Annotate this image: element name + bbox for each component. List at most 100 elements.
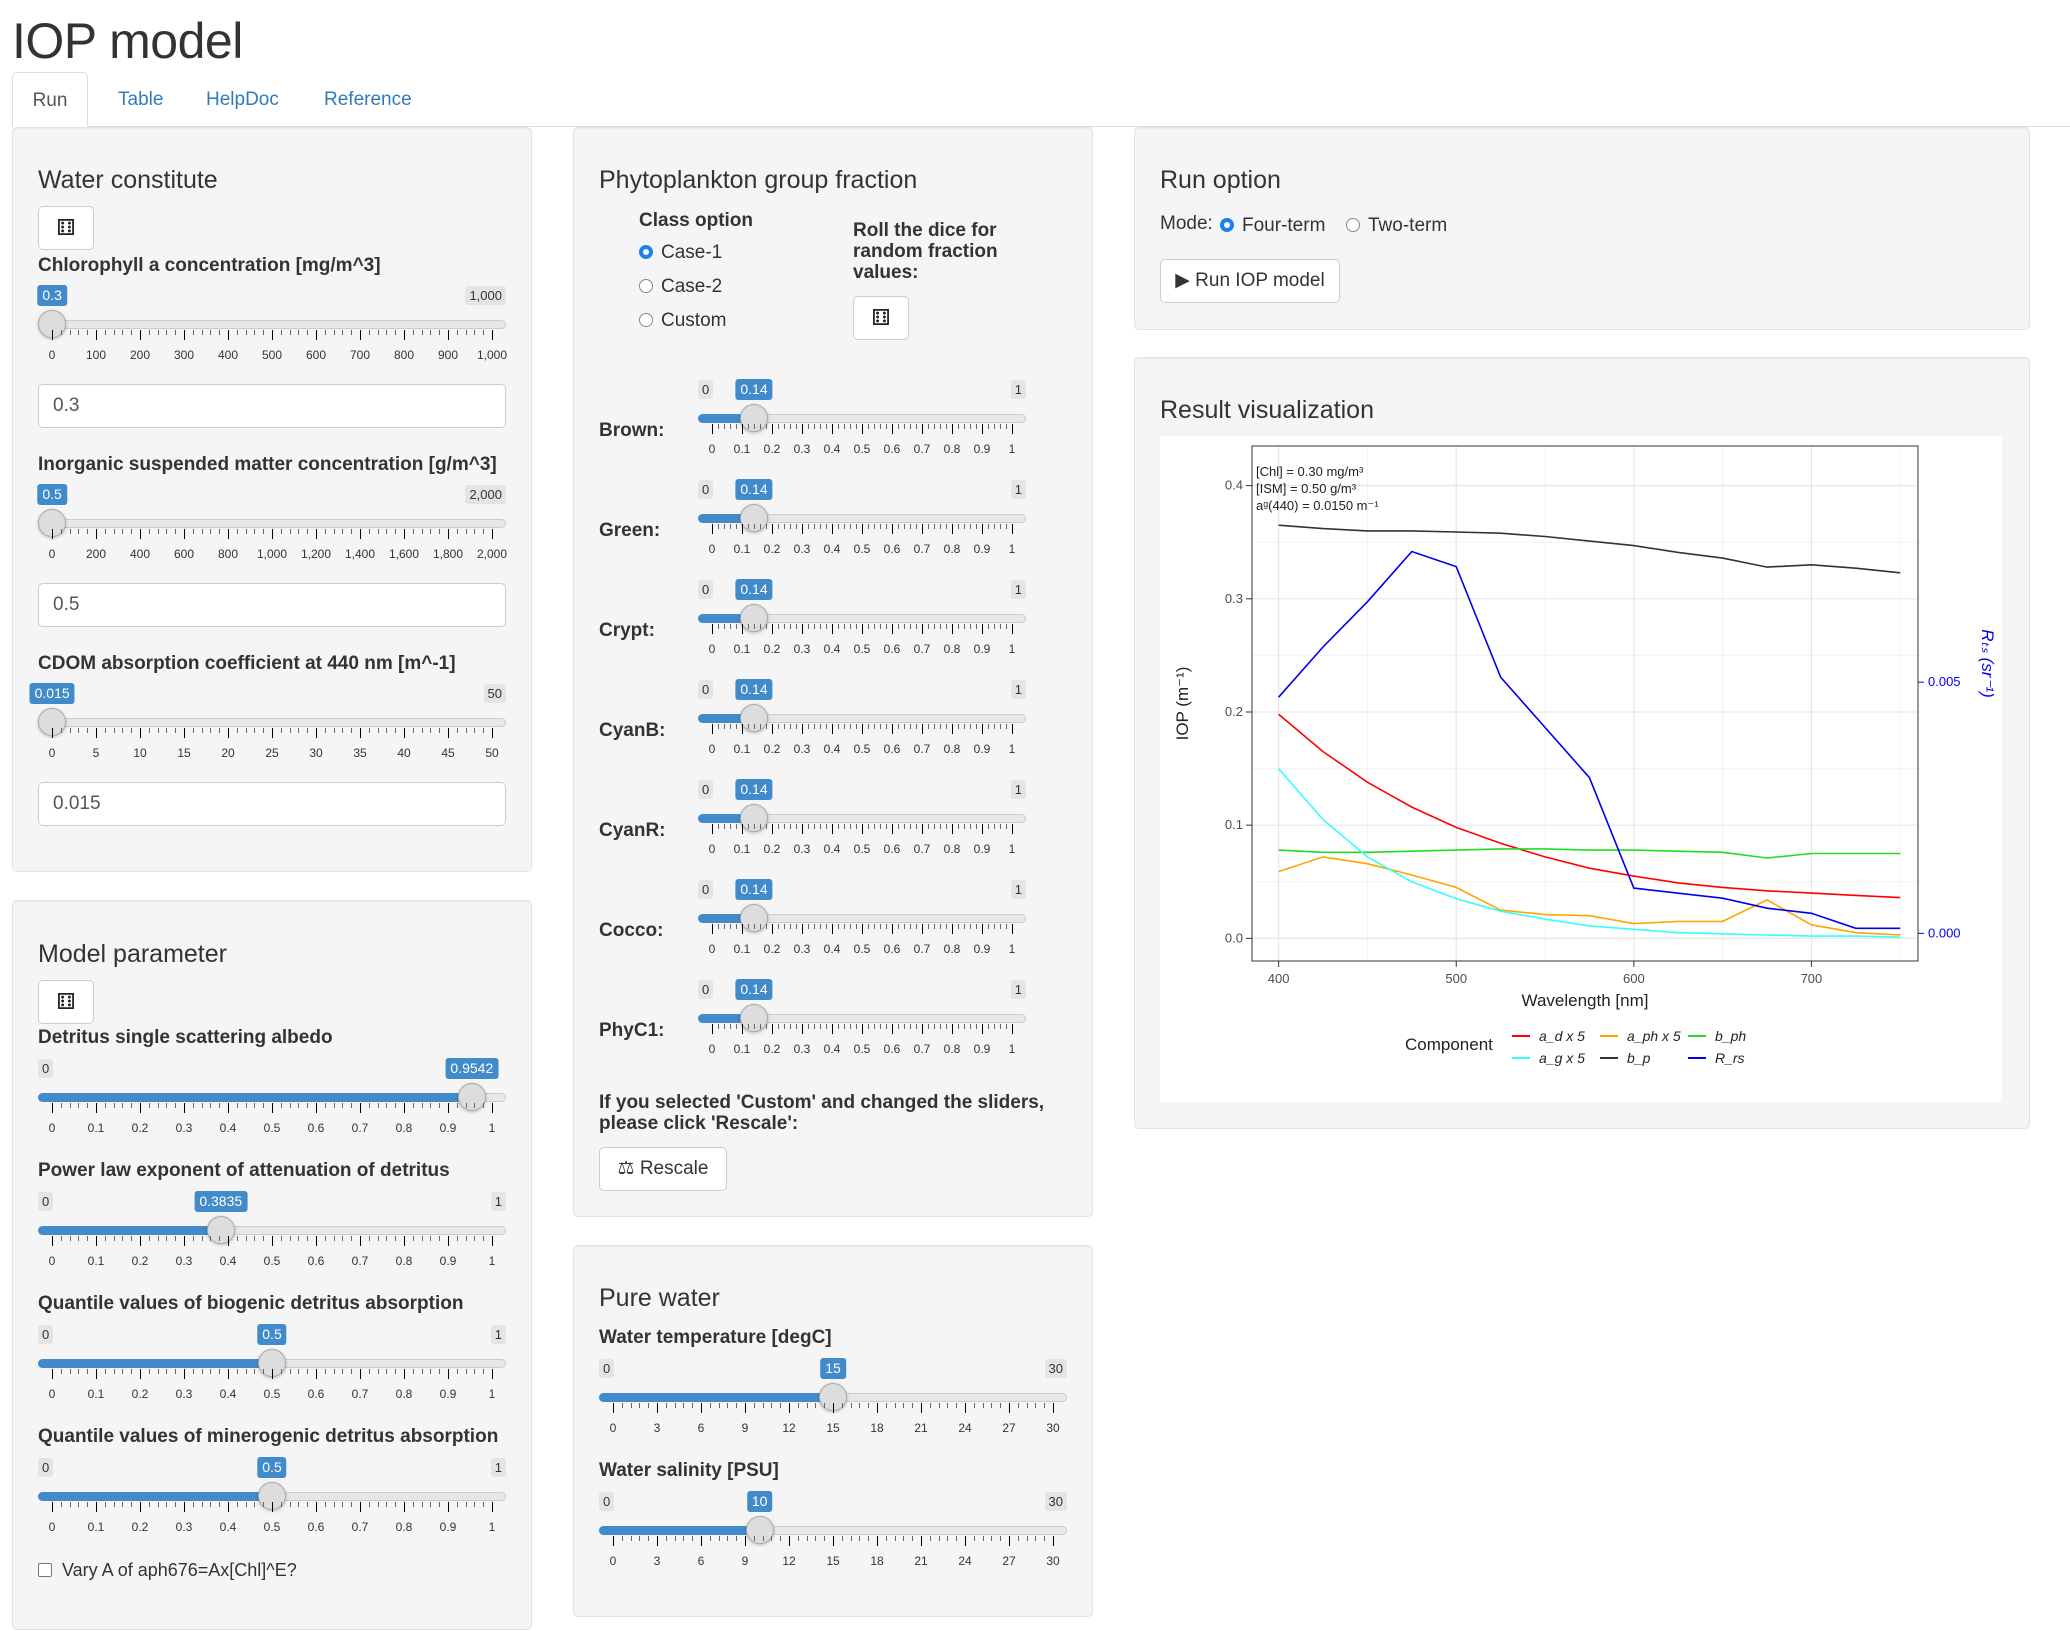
slider-minor-tick: [289, 728, 291, 733]
x-tick-label: 600: [1623, 971, 1645, 986]
slider-minor-tick: [718, 424, 719, 429]
slider-minor-tick: [727, 1403, 729, 1408]
tab-table[interactable]: Table: [98, 72, 183, 126]
cdom-slider[interactable]: 0 50 0.015 05101520253035404550: [29, 683, 506, 762]
slider-tick-label: 0.2: [763, 942, 781, 956]
slider-track[interactable]: [38, 320, 506, 329]
slider-minor-tick: [122, 330, 124, 335]
slider-tick-label: 0: [48, 348, 56, 362]
minerogenic-slider[interactable]: 0 1 0.5 0 0.1 0.2 0.3 0.4 0.5 0.6 0.7 0.8 0.9 1: [38, 1457, 506, 1536]
slider-tick-label: 0.3: [175, 1387, 193, 1401]
x-axis-title: Wavelength [nm]: [1522, 991, 1649, 1010]
slider-minor-tick: [730, 524, 731, 529]
run-iop-model-button[interactable]: ▶ Run IOP model: [1160, 259, 1340, 303]
phyto-group-slider[interactable]: 0 1 0.14 0 0.1 0.2 0.3 0.4 0.5 0.6 0.7 0.8 0.9 1: [698, 379, 1026, 458]
phyto-group-slider[interactable]: 0 1 0.14 0 0.1 0.2 0.3 0.4 0.5 0.6 0.7 0.8 0.9 1: [698, 479, 1026, 558]
slider-minor-tick: [280, 1502, 282, 1507]
rescale-button[interactable]: ⚖ Rescale: [599, 1147, 727, 1191]
vary-a-checkbox-row[interactable]: Vary A of aph676=Ax[Chl]^E?: [38, 1560, 297, 1581]
phyto-group-slider[interactable]: 0 1 0.14 0 0.1 0.2 0.3 0.4 0.5 0.6 0.7 0.8 0.9 1: [698, 879, 1026, 958]
slider-minor-tick: [736, 1024, 737, 1029]
vary-a-checkbox[interactable]: [38, 1563, 52, 1577]
slider-minor-tick: [928, 524, 929, 529]
option-custom[interactable]: Custom: [639, 310, 726, 332]
mode-two-term[interactable]: Two-term: [1346, 215, 1447, 237]
radio-case-1[interactable]: [639, 245, 653, 259]
slider-minor-tick: [298, 1103, 300, 1108]
slider-tick: [1053, 1536, 1054, 1546]
slider-ticks: 0 0.1 0.2 0.3 0.4 0.5 0.6 0.7 0.8 0.9 1: [709, 924, 1015, 964]
radio-custom[interactable]: [639, 313, 653, 327]
phyto-group-slider[interactable]: 0 1 0.14 0 0.1 0.2 0.3 0.4 0.5 0.6 0.7 0.8 0.9 1: [698, 979, 1026, 1058]
slider-tick-label: 0: [708, 842, 716, 856]
slider-minor-tick: [324, 330, 326, 335]
slider-minor-tick: [1044, 1536, 1046, 1541]
slider-minor-tick: [994, 424, 995, 429]
option-case-1[interactable]: Case-1: [639, 242, 722, 264]
tab-helpdoc[interactable]: HelpDoc: [186, 72, 299, 126]
option-case-2[interactable]: Case-2: [639, 276, 722, 298]
slider-minor-tick: [104, 728, 106, 733]
phyto-dice-button[interactable]: ⚅: [853, 296, 909, 340]
tab-reference[interactable]: Reference: [304, 72, 432, 126]
slider-minor-tick: [87, 1369, 89, 1374]
radio-two-term[interactable]: [1346, 218, 1360, 232]
water-dice-button[interactable]: ⚅: [38, 206, 94, 250]
radio-four-term[interactable]: [1220, 218, 1234, 232]
slider-minor-tick: [131, 1103, 133, 1108]
albedo-slider[interactable]: 0 1 0.9542 00.10.20.30.40.50.60.70.80.91: [38, 1058, 506, 1137]
y-axis-title: IOP (m⁻¹): [1173, 667, 1192, 741]
legend-label: b_p: [1627, 1050, 1651, 1066]
slider-tick-label: 25: [265, 746, 279, 760]
slider-tick-label: 0.3: [793, 1042, 811, 1056]
slider-tick: [862, 624, 863, 634]
slider-tick: [832, 924, 833, 934]
slider-minor-tick: [826, 924, 827, 929]
slider-tick: [492, 1502, 493, 1512]
slider-min-label: 0: [38, 1458, 54, 1477]
slider-tick: [833, 1536, 834, 1546]
slider-minor-tick: [122, 1103, 124, 1108]
ism-slider[interactable]: 0 2,000 0.5 02004006008001,0001,2001,400…: [37, 484, 507, 563]
power-law-slider[interactable]: 0 1 0.3835 0 0.1 0.2 0.3 0.4 0.5 0.6 0.7 0.8 0.9 1: [38, 1191, 506, 1270]
ism-input[interactable]: [38, 583, 506, 627]
slider-tick-label: 0.4: [219, 1254, 237, 1268]
salinity-slider[interactable]: 0 30 10 0 3 6 9 12 15 18 21 24 27 30: [599, 1491, 1067, 1570]
radio-case-2[interactable]: [639, 279, 653, 293]
pure-water-title: Pure water: [599, 1284, 720, 1312]
chl-slider[interactable]: 0 1,000 0.3 0100200300400500600700800900…: [37, 285, 507, 364]
slider-tick-label: 900: [437, 348, 459, 362]
slider-minor-tick: [844, 724, 845, 729]
slider-tick: [404, 1103, 405, 1113]
slider-track[interactable]: [38, 519, 506, 528]
model-dice-button[interactable]: ⚅: [38, 980, 94, 1024]
phyto-group-slider[interactable]: 0 1 0.14 0 0.1 0.2 0.3 0.4 0.5 0.6 0.7 0.8 0.9 1: [698, 679, 1026, 758]
slider-tick: [316, 1103, 317, 1113]
slider-tick: [1012, 1024, 1013, 1034]
mode-four-term[interactable]: Four-term: [1220, 215, 1325, 237]
slider-minor-tick: [778, 424, 779, 429]
slider-minor-tick: [916, 1024, 917, 1029]
slider-tick-label: 0.1: [733, 942, 751, 956]
slider-tick: [892, 524, 893, 534]
temperature-slider[interactable]: 0 30 15 0 3 6 9 12 15 18 21 24 27 30: [599, 1358, 1067, 1437]
slider-minor-tick: [724, 624, 725, 629]
cdom-input[interactable]: [38, 782, 506, 826]
slider-minor-tick: [113, 330, 115, 335]
result-plot: 400 500 600 700 0.0 0.1 0.2 0.3 0.4 0.000 0.005 0.0…: [1160, 423, 2002, 1102]
slider-track[interactable]: [38, 718, 506, 727]
biogenic-slider[interactable]: 0 1 0.5 0 0.1 0.2 0.3 0.4 0.5 0.6 0.7 0.8 0.9 1: [38, 1324, 506, 1403]
slider-minor-tick: [970, 824, 971, 829]
slider-minor-tick: [841, 1403, 843, 1408]
phyto-group-slider[interactable]: 0 1 0.14 0 0.1 0.2 0.3 0.4 0.5 0.6 0.7 0.8 0.9 1: [698, 579, 1026, 658]
slider-minor-tick: [210, 1236, 212, 1241]
slider-minor-tick: [754, 424, 755, 429]
slider-tick: [140, 529, 141, 539]
slider-minor-tick: [377, 728, 379, 733]
phyto-group-slider[interactable]: 0 1 0.14 0 0.1 0.2 0.3 0.4 0.5 0.6 0.7 0.8 0.9 1: [698, 779, 1026, 858]
tab-run[interactable]: Run: [12, 72, 88, 127]
chl-input[interactable]: [38, 384, 506, 428]
slider-minor-tick: [718, 1024, 719, 1029]
slider-minor-tick: [856, 524, 857, 529]
slider-tick: [982, 624, 983, 634]
